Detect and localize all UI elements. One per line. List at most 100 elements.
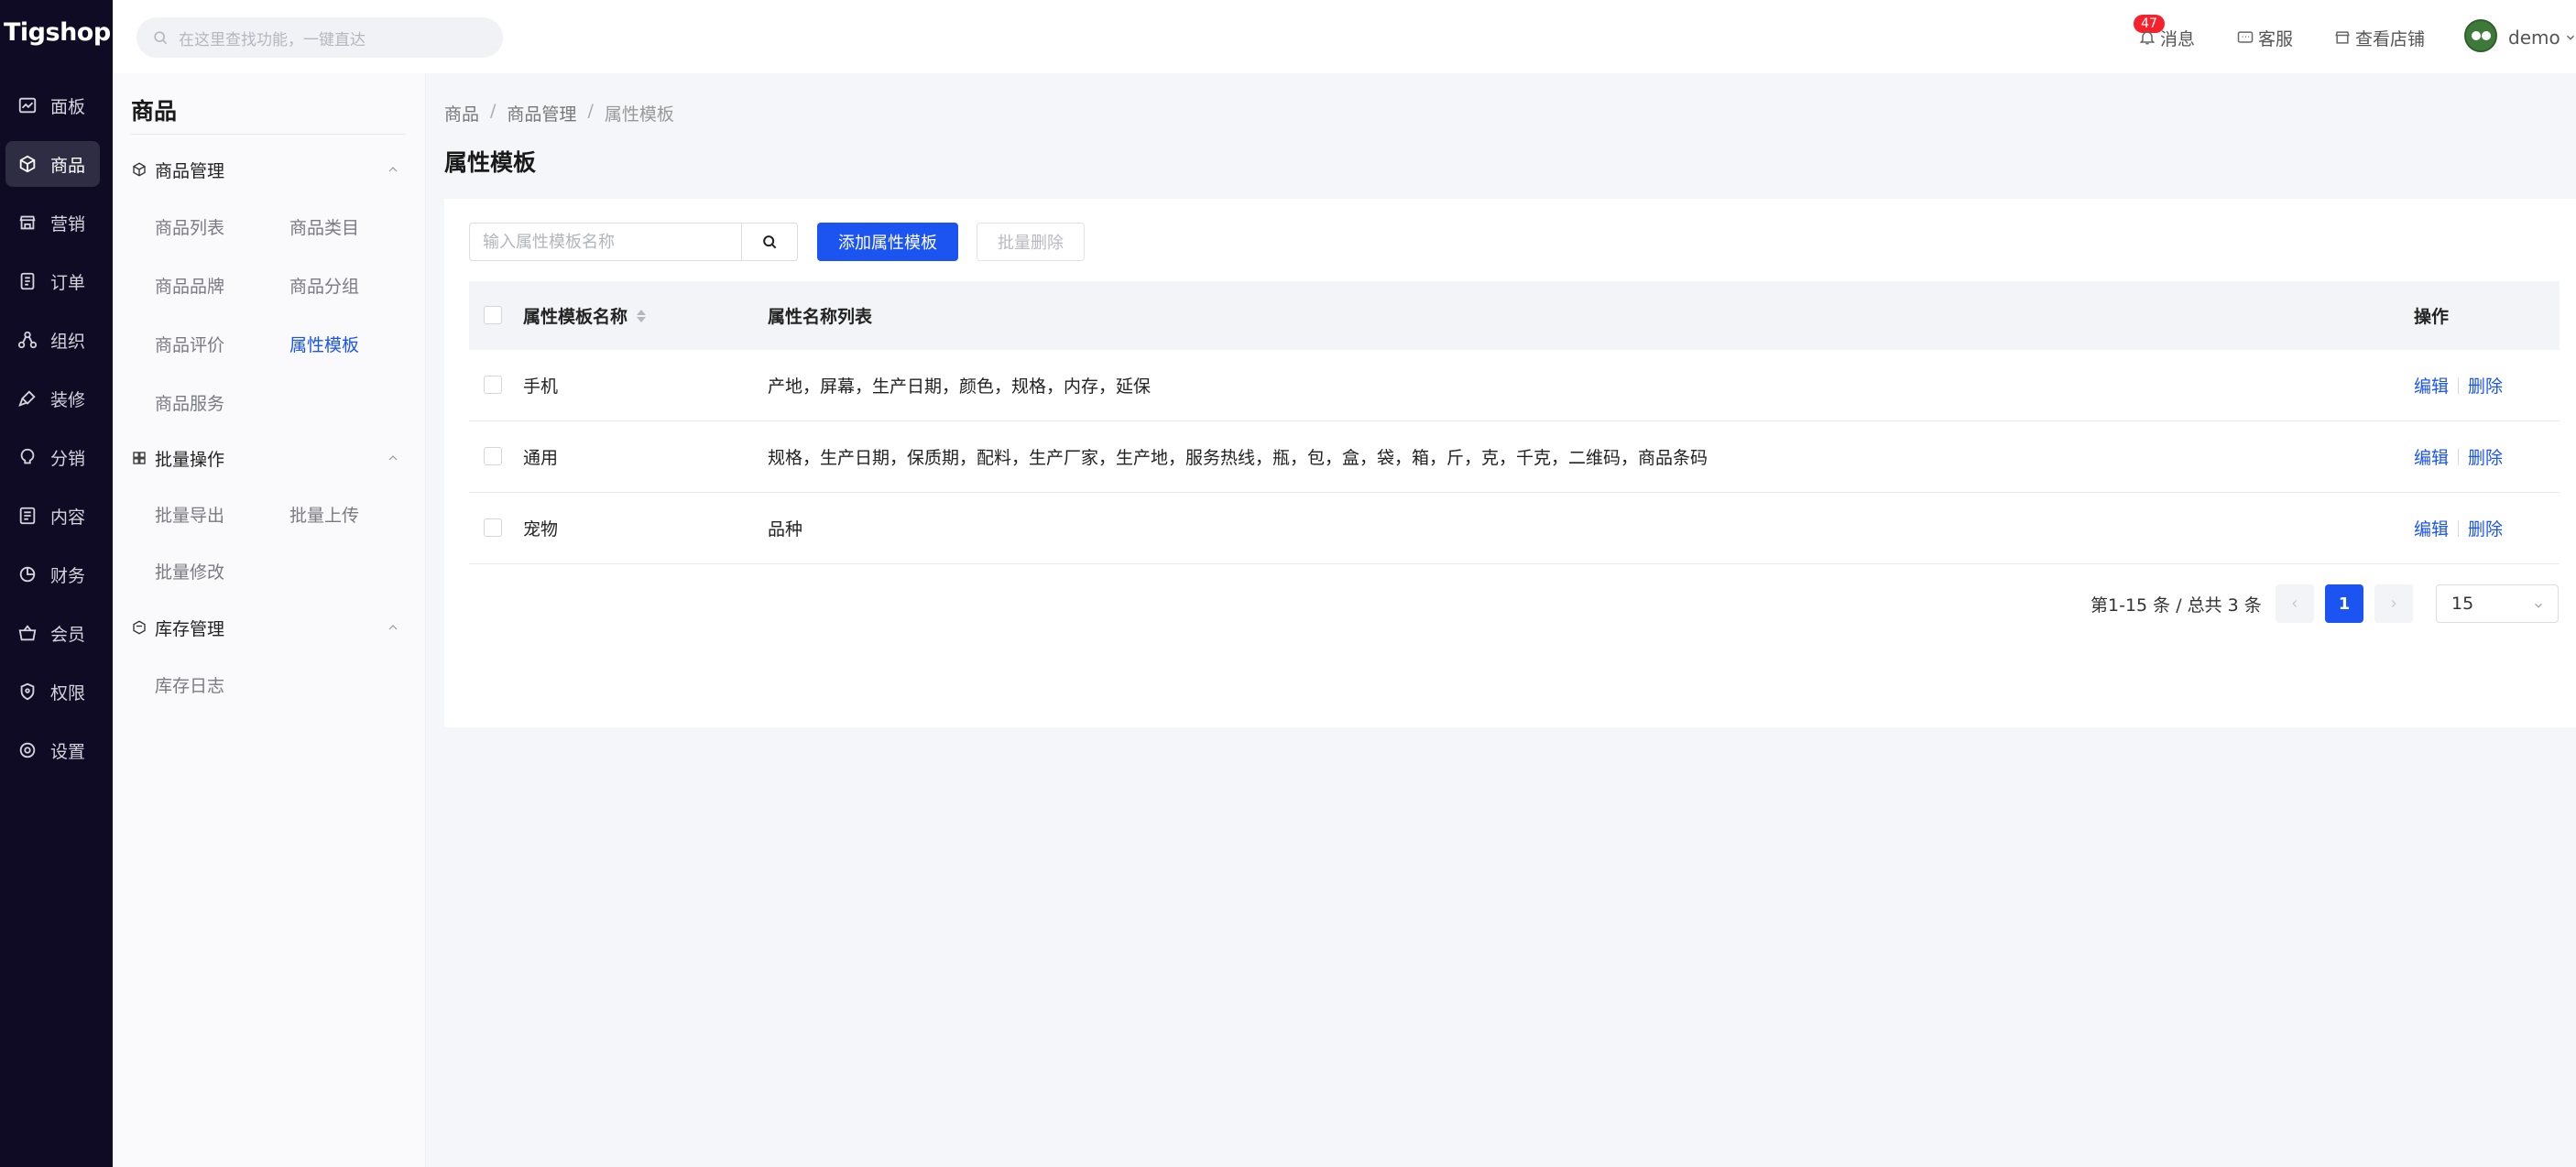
submenu-item-batch-edit[interactable]: 批量修改 (155, 559, 224, 584)
view-store-label: 查看店铺 (2355, 28, 2426, 49)
nav-item-label: 会员 (50, 624, 86, 645)
content-card: 添加属性模板 批量删除 属性模板名称 属性名称列表 操作 手机 产地，屏幕，生产… (444, 199, 2576, 727)
submenu-item-batch-export[interactable]: 批量导出 (155, 502, 224, 527)
submenu-item-goods-service[interactable]: 商品服务 (155, 390, 224, 415)
nav-item-decoration[interactable]: 装修 (5, 376, 100, 421)
user-menu[interactable]: demo (2508, 24, 2576, 51)
store-icon (2335, 31, 2350, 44)
grid-icon (133, 452, 146, 464)
basket-icon (17, 623, 38, 643)
nav-item-settings[interactable]: 设置 (5, 727, 100, 773)
divider (131, 134, 406, 135)
page-number-button[interactable]: 1 (2325, 584, 2363, 623)
nav-item-marketing[interactable]: 营销 (5, 200, 100, 245)
breadcrumb-item[interactable]: 商品 (444, 101, 479, 125)
nav-item-label: 装修 (50, 389, 86, 410)
group-batch-operations[interactable]: 批量操作 (131, 444, 406, 472)
notifications-link[interactable]: 消息 (2138, 24, 2195, 51)
customer-service-link[interactable]: 客服 (2236, 24, 2293, 51)
sort-icon[interactable] (637, 309, 647, 322)
box-icon (133, 162, 146, 177)
submenu-item-batch-upload[interactable]: 批量上传 (289, 502, 359, 527)
nav-item-organization[interactable]: 组织 (5, 317, 100, 363)
view-store-link[interactable]: 查看店铺 (2333, 24, 2425, 51)
breadcrumb: 商品 / 商品管理 / 属性模板 (444, 101, 674, 125)
nav-item-label: 商品 (50, 155, 86, 176)
nav-item-label: 设置 (50, 741, 86, 762)
delete-link[interactable]: 删除 (2468, 373, 2503, 398)
submenu-item-attribute-template[interactable]: 属性模板 (289, 332, 359, 356)
row-checkbox[interactable] (484, 518, 502, 537)
template-name-cell: 通用 (523, 448, 559, 468)
edit-link[interactable]: 编辑 (2414, 444, 2449, 469)
nav-item-content[interactable]: 内容 (5, 493, 100, 539)
breadcrumb-item[interactable]: 商品管理 (507, 101, 576, 125)
page-size-select[interactable]: 15 (2436, 584, 2559, 623)
content-icon (17, 506, 38, 526)
chart-pie-icon (17, 564, 38, 584)
row-checkbox[interactable] (484, 447, 502, 465)
delete-link[interactable]: 删除 (2468, 444, 2503, 469)
submenu-item-goods-brand[interactable]: 商品品牌 (155, 273, 224, 298)
inventory-icon (133, 620, 146, 635)
actions-cell: 编辑 删除 (2414, 350, 2503, 420)
column-header-actions: 操作 (2414, 307, 2450, 327)
nav-item-dashboard[interactable]: 面板 (5, 82, 100, 128)
column-header-label: 属性模板名称 (523, 307, 628, 327)
group-title: 库存管理 (155, 618, 225, 639)
table-row: 手机 产地，屏幕，生产日期，颜色，规格，内存，延保 编辑 删除 (469, 350, 2560, 421)
chevron-up-icon (388, 455, 398, 461)
nav-item-distribution[interactable]: 分销 (5, 434, 100, 480)
chevron-up-icon (388, 167, 398, 172)
batch-delete-button[interactable]: 批量删除 (977, 223, 1085, 261)
submenu-item-goods-category[interactable]: 商品类目 (289, 214, 359, 239)
divider (2458, 519, 2460, 537)
edit-link[interactable]: 编辑 (2414, 516, 2449, 540)
template-name-cell: 宠物 (523, 519, 559, 540)
breadcrumb-current: 属性模板 (604, 104, 674, 125)
nav-item-label: 组织 (50, 331, 86, 352)
nav-item-finance[interactable]: 财务 (5, 551, 100, 597)
select-all-checkbox[interactable] (484, 306, 502, 324)
nav-item-label: 内容 (50, 507, 86, 528)
brush-icon (17, 388, 38, 409)
global-search[interactable]: 在这里查找功能，一键直达 (136, 17, 503, 58)
attribute-list-cell: 品种 (768, 519, 803, 540)
group-goods-management[interactable]: 商品管理 (131, 156, 406, 183)
search-button[interactable] (741, 223, 798, 261)
nav-item-label: 营销 (50, 213, 86, 234)
chat-icon (2237, 31, 2254, 43)
submenu-item-goods-group[interactable]: 商品分组 (289, 273, 359, 298)
nav-item-permissions[interactable]: 权限 (5, 669, 100, 714)
template-name-search-input[interactable] (469, 223, 742, 261)
avatar[interactable] (2464, 19, 2497, 52)
page-title: 属性模板 (444, 149, 537, 176)
nav-item-orders[interactable]: 订单 (5, 258, 100, 304)
table-row: 宠物 品种 编辑 删除 (469, 493, 2560, 564)
row-checkbox[interactable] (484, 376, 502, 394)
dashboard-icon (17, 95, 38, 115)
column-header-attribute-list: 属性名称列表 (768, 307, 873, 327)
submenu-item-goods-review[interactable]: 商品评价 (155, 332, 224, 356)
chevron-down-icon (2535, 603, 2542, 608)
logo: Tigshop (4, 18, 111, 47)
submenu-item-goods-list[interactable]: 商品列表 (155, 214, 224, 239)
search-icon (154, 31, 168, 45)
submenu-item-inventory-log[interactable]: 库存日志 (155, 672, 224, 697)
column-header-template-name[interactable]: 属性模板名称 (523, 281, 647, 350)
next-page-button[interactable] (2374, 584, 2413, 623)
top-bar: 在这里查找功能，一键直达 (113, 0, 2576, 73)
group-inventory-management[interactable]: 库存管理 (131, 614, 406, 641)
breadcrumb-separator: / (490, 101, 497, 121)
nav-item-goods[interactable]: 商品 (5, 141, 100, 187)
nav-item-label: 面板 (50, 96, 86, 117)
prev-page-button[interactable] (2276, 584, 2314, 623)
attribute-list-cell: 规格，生产日期，保质期，配料，生产厂家，生产地，服务热线，瓶，包，盒，袋，箱，斤… (768, 448, 1708, 468)
nav-item-members[interactable]: 会员 (5, 610, 100, 656)
nav-item-label: 权限 (50, 682, 86, 703)
edit-link[interactable]: 编辑 (2414, 373, 2449, 398)
group-title: 批量操作 (155, 449, 225, 470)
secondary-menu-title: 商品 (131, 98, 178, 125)
add-attribute-template-button[interactable]: 添加属性模板 (817, 223, 958, 261)
delete-link[interactable]: 删除 (2468, 516, 2503, 540)
